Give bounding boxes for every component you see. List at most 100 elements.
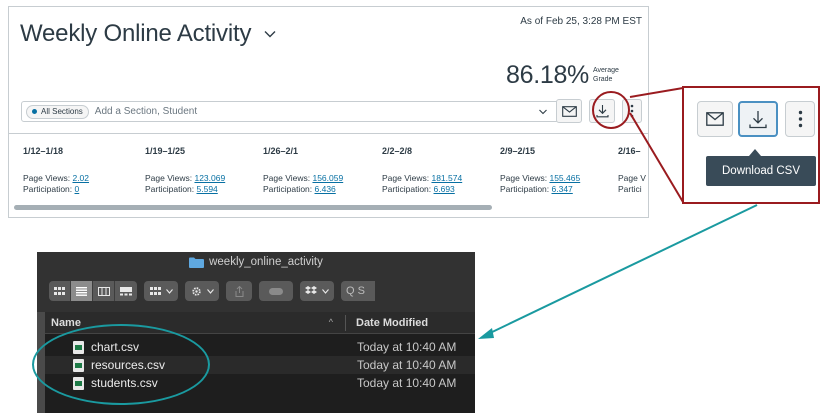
weekly-activity-panel: Weekly Online Activity As of Feb 25, 3:2… (8, 6, 649, 218)
kebab-menu-icon (630, 104, 634, 118)
page-views-line: Page Views: 156.059 (263, 173, 383, 184)
page-views-label: Page Views: (500, 173, 550, 183)
participation-line: Partici (618, 184, 648, 195)
week-column: 2/16– Page V Partici (618, 146, 648, 195)
name-column-label: Name (51, 316, 81, 329)
list-lines-icon (76, 286, 87, 296)
zoom-callout: Download CSV (682, 86, 820, 204)
finder-search-field[interactable]: Q S (341, 281, 375, 301)
dropbox-icon (305, 286, 317, 294)
page-views-line: Page Views: 2.02 (23, 173, 143, 184)
download-highlight-circle (592, 91, 630, 129)
title-row: Weekly Online Activity (20, 20, 277, 48)
teal-arrow-line (487, 204, 758, 335)
filter-placeholder: Add a Section, Student (94, 106, 198, 117)
page-views-label: Page Views: (263, 173, 313, 183)
group-grid-icon (149, 286, 161, 295)
teal-arrowhead (478, 328, 494, 339)
page-views-line: Page Views: 123.069 (145, 173, 265, 184)
chevron-down-icon (165, 288, 173, 294)
participation-label: Participation: (23, 184, 75, 194)
download-csv-button-zoomed[interactable] (738, 101, 778, 137)
week-range: 1/26–2/1 (263, 146, 299, 156)
finder-title: weekly_online_activity (209, 256, 323, 268)
page-views-label: Page V (618, 173, 646, 183)
search-placeholder: Q S (346, 285, 365, 297)
pill-dot-icon (32, 109, 37, 114)
envelope-icon (706, 112, 724, 126)
sort-chevron-icon: ^ (328, 316, 333, 327)
view-mode-group (49, 281, 137, 301)
page-title: Weekly Online Activity (20, 20, 252, 47)
participation-link[interactable]: 5.594 (197, 184, 218, 194)
chevron-down-icon[interactable] (263, 27, 277, 41)
share-button[interactable] (226, 281, 252, 301)
average-grade-label-line1: Average (593, 67, 619, 74)
participation-label: Participation: (500, 184, 552, 194)
participation-line: Participation: 6.436 (263, 184, 383, 195)
page-views-line: Page Views: 155.465 (500, 173, 620, 184)
week-column: 2/9–2/15 Page Views: 155.465 Participati… (500, 146, 620, 195)
dropbox-button[interactable] (300, 281, 334, 301)
page-views-link[interactable]: 155.465 (549, 173, 580, 183)
participation-link[interactable]: 6.693 (434, 184, 455, 194)
page-views-label: Page Views: (23, 173, 73, 183)
finder-toolbar: Q S (49, 281, 375, 301)
page-views-link[interactable]: 123.069 (194, 173, 225, 183)
icon-grid-icon (54, 286, 65, 295)
page-views-label: Page Views: (145, 173, 195, 183)
more-options-button-zoomed[interactable] (785, 101, 815, 137)
gear-icon (191, 286, 201, 296)
message-students-button-zoomed[interactable] (697, 101, 733, 137)
columns-icon (97, 286, 110, 296)
horizontal-scrollbar[interactable] (14, 205, 492, 210)
all-sections-label: All Sections (41, 107, 83, 116)
gallery-icon (120, 286, 132, 295)
tooltip-arrow (749, 149, 761, 156)
week-column: 1/12–1/18 Page Views: 2.02 Participation… (23, 146, 143, 195)
average-grade: 86.18% Average Grade (506, 61, 619, 90)
download-icon (749, 110, 767, 128)
file-date: Today at 10:40 AM (357, 358, 457, 372)
group-by-button[interactable] (144, 281, 178, 301)
gallery-view-button[interactable] (115, 281, 137, 301)
participation-label: Participation: (263, 184, 315, 194)
divider (9, 133, 648, 134)
week-column: 1/19–1/25 Page Views: 123.069 Participat… (145, 146, 265, 195)
page-views-link[interactable]: 181.574 (431, 173, 462, 183)
participation-link[interactable]: 6.347 (552, 184, 573, 194)
participation-line: Participation: 6.693 (382, 184, 502, 195)
week-column: 2/2–2/8 Page Views: 181.574 Participatio… (382, 146, 502, 195)
list-view-button[interactable] (71, 281, 93, 301)
page-views-line: Page Views: 181.574 (382, 173, 502, 184)
tags-button[interactable] (259, 281, 293, 301)
average-grade-value: 86.18% (506, 61, 589, 89)
section-student-filter[interactable]: All Sections Add a Section, Student (21, 101, 559, 122)
page-views-link[interactable]: 156.059 (312, 173, 343, 183)
all-sections-pill[interactable]: All Sections (26, 104, 89, 119)
page-views-line: Page V (618, 173, 648, 184)
page-views-link[interactable]: 2.02 (72, 173, 89, 183)
as-of-timestamp: As of Feb 25, 3:28 PM EST (520, 16, 642, 27)
participation-line: Participation: 5.594 (145, 184, 265, 195)
file-date: Today at 10:40 AM (357, 376, 457, 390)
participation-label: Participation: (145, 184, 197, 194)
column-view-button[interactable] (93, 281, 115, 301)
chevron-down-icon[interactable] (538, 107, 548, 117)
chevron-down-icon (206, 288, 214, 294)
finder-title-bar: weekly_online_activity (37, 256, 475, 268)
share-icon (235, 285, 243, 297)
page-views-label: Page Views: (382, 173, 432, 183)
participation-link[interactable]: 0 (75, 184, 80, 194)
average-grade-label-line2: Grade (593, 76, 613, 83)
participation-line: Participation: 0 (23, 184, 143, 195)
message-students-button[interactable] (556, 99, 582, 123)
action-menu-button[interactable] (185, 281, 219, 301)
icon-view-button[interactable] (49, 281, 71, 301)
date-column-header[interactable]: Date Modified (346, 317, 428, 329)
week-range: 1/19–1/25 (145, 146, 186, 156)
week-range: 1/12–1/18 (23, 146, 64, 156)
participation-link[interactable]: 6.436 (315, 184, 336, 194)
download-csv-tooltip: Download CSV (706, 156, 816, 186)
week-column: 1/26–2/1 Page Views: 156.059 Participati… (263, 146, 383, 195)
